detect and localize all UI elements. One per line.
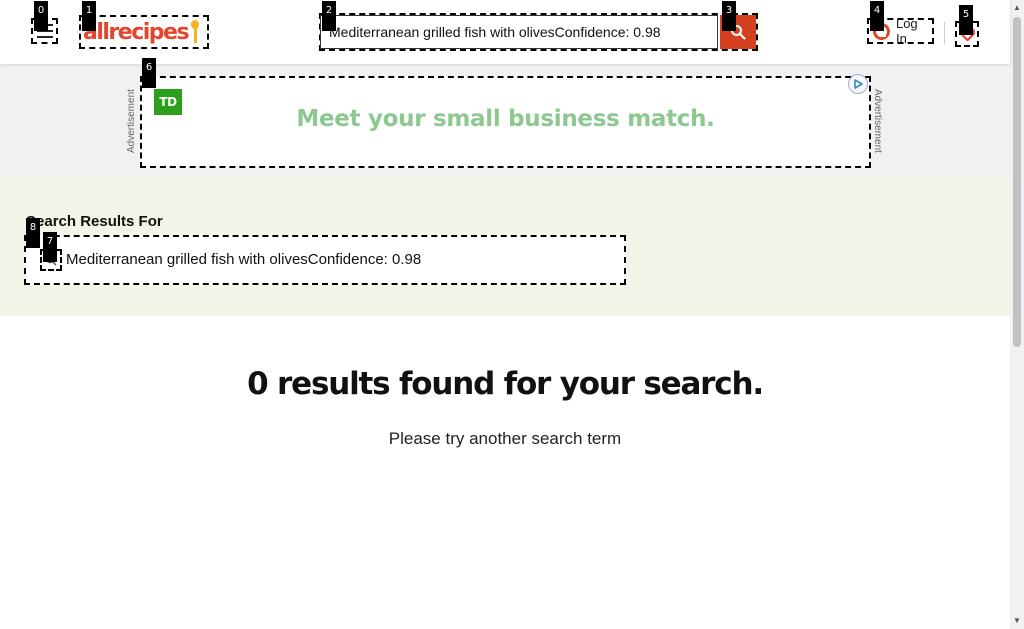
site-logo[interactable]: allrecipes	[79, 15, 209, 49]
page: allrecipes Mediterranean grilled fish wi…	[0, 0, 1024, 629]
badge-7: 7	[43, 232, 57, 262]
search-input[interactable]: Mediterranean grilled fish with olivesCo…	[320, 15, 718, 49]
spoon-icon	[191, 20, 200, 44]
login-label: Log In	[895, 16, 918, 46]
badge-0: 0	[34, 1, 48, 31]
header-divider	[944, 22, 945, 44]
ad-label: Advertisement	[126, 89, 137, 153]
badge-8: 8	[26, 218, 40, 248]
no-results-title: 0 results found for your search.	[247, 366, 764, 402]
badge-3: 3	[722, 1, 736, 31]
site-header: allrecipes Mediterranean grilled fish wi…	[0, 0, 1010, 64]
badge-4: 4	[870, 1, 884, 31]
badge-6: 6	[142, 58, 156, 88]
ad-info-icon	[854, 79, 863, 89]
scroll-down-icon[interactable]: ▼	[1012, 616, 1022, 626]
scroll-up-icon[interactable]: ▲	[1012, 3, 1022, 13]
badge-5: 5	[959, 5, 973, 35]
scrollbar-thumb[interactable]	[1013, 17, 1021, 347]
badge-1: 1	[82, 1, 96, 31]
ad-headline: Meet your small business match.	[296, 106, 715, 132]
no-results-hint: Please try another search term	[388, 429, 622, 448]
ad-choices-icon[interactable]	[848, 74, 868, 94]
results-search-input[interactable]: Mediterranean grilled fish with olivesCo…	[66, 251, 421, 268]
ad-label-right: Advertisement	[872, 89, 883, 153]
results-heading: Search Results For	[26, 213, 163, 230]
badge-2: 2	[322, 1, 336, 31]
hamburger-icon	[36, 36, 53, 38]
logo-text: allrecipes	[83, 19, 190, 45]
